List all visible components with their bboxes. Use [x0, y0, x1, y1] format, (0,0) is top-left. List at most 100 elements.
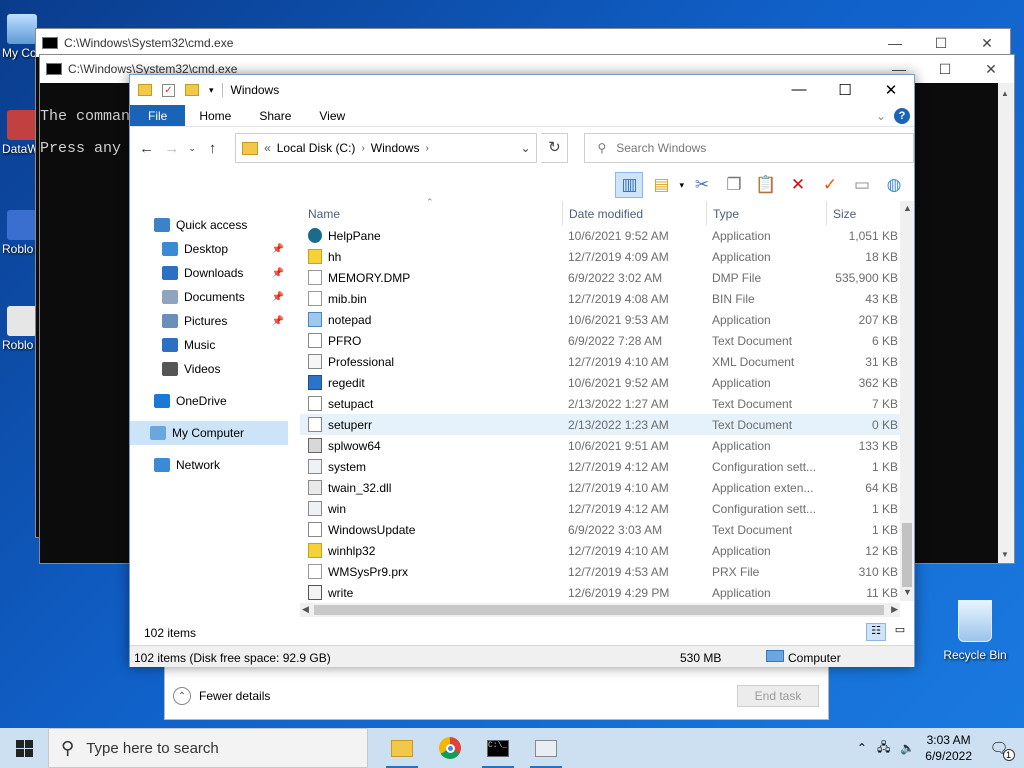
cut-icon[interactable]: ✂: [688, 172, 716, 198]
scroll-thumb[interactable]: [902, 523, 912, 587]
show-hidden-icons-icon[interactable]: ⌃: [857, 741, 867, 755]
search-input[interactable]: Search Windows: [616, 141, 706, 155]
notification-center-icon[interactable]: 🗨 1: [982, 733, 1016, 763]
console-scrollbar[interactable]: ▲ ▼: [998, 83, 1014, 563]
up-button[interactable]: ↑: [202, 140, 223, 157]
minimize-button[interactable]: —: [776, 81, 822, 99]
close-button[interactable]: ✕: [964, 35, 1010, 52]
recycle-bin[interactable]: Recycle Bin: [942, 600, 1008, 662]
table-row[interactable]: splwow64 10/6/2021 9:51 AM Application 133 …: [300, 435, 900, 456]
refresh-button[interactable]: ↻: [541, 133, 569, 163]
maximize-button[interactable]: ☐: [918, 35, 964, 52]
column-header-name[interactable]: Name: [308, 207, 340, 221]
table-row[interactable]: PFRO 6/9/2022 7:28 AM Text Document 6 KB: [300, 330, 900, 351]
nav-item-quick-access[interactable]: Quick access: [130, 213, 288, 237]
nav-item-music[interactable]: Music: [130, 333, 288, 357]
nav-item-downloads[interactable]: Downloads 📌: [130, 261, 288, 285]
nav-item-my-computer[interactable]: My Computer: [130, 421, 288, 445]
new-folder-icon[interactable]: [185, 84, 199, 96]
table-row[interactable]: twain_32.dll 12/7/2019 4:10 AM Application…: [300, 477, 900, 498]
column-header-date[interactable]: Date modified: [569, 207, 643, 221]
table-row[interactable]: write 12/6/2019 4:29 PM Application 11 KB: [300, 582, 900, 603]
table-row[interactable]: WMSysPr9.prx 12/7/2019 4:53 AM PRX File 310…: [300, 561, 900, 582]
scroll-up-icon[interactable]: ▲: [903, 203, 912, 213]
search-box[interactable]: ⚲ Search Windows: [584, 133, 915, 163]
breadcrumb-local-disk[interactable]: Local Disk (C:): [277, 141, 356, 155]
breadcrumb-windows[interactable]: Windows: [371, 141, 420, 155]
table-row[interactable]: WindowsUpdate 6/9/2022 3:03 AM Text Docume…: [300, 519, 900, 540]
address-bar[interactable]: « Local Disk (C:) › Windows › ⌄: [235, 133, 538, 163]
table-row[interactable]: setupact 2/13/2022 1:27 AM Text Document 7 …: [300, 393, 900, 414]
large-icons-view-icon[interactable]: ▭: [890, 623, 910, 641]
file-explorer-icon[interactable]: [378, 728, 426, 768]
nav-item-pictures[interactable]: Pictures 📌: [130, 309, 288, 333]
help-icon[interactable]: ?: [894, 107, 910, 124]
toolbar-dropdown-icon[interactable]: ▾: [679, 180, 684, 191]
scroll-right-icon[interactable]: ▶: [891, 604, 898, 615]
chrome-icon[interactable]: [426, 728, 474, 768]
console-output[interactable]: The command Press any k: [40, 101, 139, 165]
table-row[interactable]: Professional 12/7/2019 4:10 AM XML Documen…: [300, 351, 900, 372]
taskbar-search[interactable]: ⚲ Type here to search: [48, 728, 368, 768]
minimize-button[interactable]: —: [872, 35, 918, 52]
tab-file[interactable]: File: [130, 105, 186, 126]
rename-check-icon[interactable]: ✓: [816, 172, 844, 198]
cmd-title-bar[interactable]: C:\Windows\System32\cmd.exe — ☐ ✕: [36, 29, 1010, 57]
nav-item-documents[interactable]: Documents 📌: [130, 285, 288, 309]
scroll-down-icon[interactable]: ▼: [903, 587, 912, 597]
expand-ribbon-icon[interactable]: ⌄: [876, 109, 886, 123]
table-row[interactable]: notepad 10/6/2021 9:53 AM Application 207 K…: [300, 309, 900, 330]
globe-icon[interactable]: ◍: [880, 172, 908, 198]
nav-item-onedrive[interactable]: OneDrive: [130, 389, 288, 413]
table-row[interactable]: MEMORY.DMP 6/9/2022 3:02 AM DMP File 535,90…: [300, 267, 900, 288]
table-row[interactable]: mib.bin 12/7/2019 4:08 AM BIN File 43 KB: [300, 288, 900, 309]
address-overflow[interactable]: «: [264, 141, 271, 155]
preview-pane-icon[interactable]: ▥: [615, 172, 644, 198]
maximize-button[interactable]: ☐: [922, 61, 968, 78]
table-row[interactable]: regedit 10/6/2021 9:52 AM Application 362 K…: [300, 372, 900, 393]
properties-icon[interactable]: ✓: [162, 83, 175, 97]
paste-icon[interactable]: 📋: [752, 172, 780, 198]
fewer-details-button[interactable]: ⌃ Fewer details: [173, 687, 270, 705]
tab-home[interactable]: Home: [185, 105, 245, 126]
table-row[interactable]: hh 12/7/2019 4:09 AM Application 18 KB: [300, 246, 900, 267]
volume-icon[interactable]: 🔈: [900, 741, 915, 755]
back-button[interactable]: ←: [136, 140, 157, 157]
address-dropdown-icon[interactable]: ⌄: [514, 141, 536, 155]
close-button[interactable]: ✕: [968, 61, 1014, 78]
clock[interactable]: 3:03 AM 6/9/2022: [925, 732, 972, 764]
forward-button[interactable]: →: [161, 140, 182, 157]
table-row[interactable]: HelpPane 10/6/2021 9:52 AM Application 1,05…: [300, 225, 900, 246]
taskbar-search-input[interactable]: Type here to search: [86, 740, 219, 757]
horizontal-scrollbar[interactable]: ◀ ▶: [300, 603, 900, 617]
table-row[interactable]: win 12/7/2019 4:12 AM Configuration sett..…: [300, 498, 900, 519]
maximize-button[interactable]: ☐: [822, 81, 868, 99]
properties-icon[interactable]: ▭: [848, 172, 876, 198]
table-row[interactable]: system 12/7/2019 4:12 AM Configuration set…: [300, 456, 900, 477]
tab-view[interactable]: View: [305, 105, 359, 126]
column-header-size[interactable]: Size: [833, 207, 856, 221]
copy-icon[interactable]: ❐: [720, 172, 748, 198]
quick-access-dropdown-icon[interactable]: ▾: [209, 85, 214, 96]
nav-item-desktop[interactable]: Desktop 📌: [130, 237, 288, 261]
scroll-thumb[interactable]: [314, 605, 884, 615]
vertical-scrollbar[interactable]: ▲ ▼: [900, 201, 914, 601]
end-task-button[interactable]: End task: [737, 685, 819, 707]
task-manager-icon[interactable]: [522, 728, 570, 768]
network-icon[interactable]: 🖧: [877, 738, 890, 759]
details-view-icon[interactable]: ☷: [866, 623, 886, 641]
explorer-title-bar[interactable]: ✓ ▾ Windows — ☐ ✕: [130, 75, 914, 105]
cmd-icon[interactable]: C:\_: [474, 728, 522, 768]
table-row[interactable]: winhlp32 12/7/2019 4:10 AM Application 12 K…: [300, 540, 900, 561]
table-row[interactable]: setuperr 2/13/2022 1:23 AM Text Document 0 …: [300, 414, 900, 435]
tab-share[interactable]: Share: [245, 105, 305, 126]
delete-icon[interactable]: ✕: [784, 172, 812, 198]
scroll-left-icon[interactable]: ◀: [302, 604, 309, 615]
nav-item-videos[interactable]: Videos: [130, 357, 288, 381]
column-header-type[interactable]: Type: [713, 207, 739, 221]
start-button[interactable]: [0, 728, 48, 768]
new-folder-icon[interactable]: ▤: [647, 172, 675, 198]
nav-item-network[interactable]: Network: [130, 453, 288, 477]
close-button[interactable]: ✕: [868, 81, 914, 99]
recent-locations-icon[interactable]: ⌄: [186, 143, 198, 154]
